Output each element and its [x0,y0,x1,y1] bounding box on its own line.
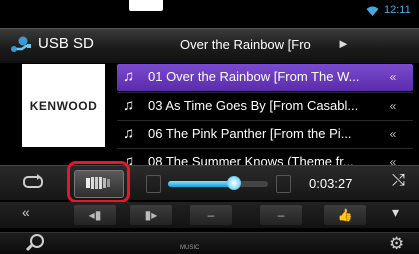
status-bar [0,0,419,22]
folder-up-icon[interactable]: ◂▮ [74,205,116,225]
thumbs-up-icon[interactable]: 👍 [324,205,366,225]
more-options-icon[interactable]: « [382,151,404,165]
bottom-bar [0,232,419,254]
wifi-icon [366,6,379,16]
source-name[interactable]: USB SD [38,35,94,52]
function-button-blank[interactable]: – [190,205,232,225]
shuffle-icon[interactable]: ⤭ [392,172,410,190]
music-note-icon: ♫ [123,68,135,85]
highlight-callout [67,161,130,203]
status-clock: 12:11 [384,4,411,16]
title-scroll-arrow[interactable]: ► [337,36,350,51]
music-note-icon: ♫ [123,125,135,142]
playlist-row[interactable]: ♫ 03 As Time Goes By [From Casabl... « [117,93,413,120]
more-options-icon[interactable]: « [382,66,404,88]
artwork-brand-logo: KENWOOD [29,99,98,113]
more-options-icon[interactable]: « [382,123,404,145]
eject-down-icon[interactable]: ▾ [392,204,399,221]
playlist-row[interactable]: ♫ 06 The Pink Panther [From the Pi... « [117,121,413,148]
music-note-icon: ♫ [123,97,135,114]
usb-source-icon[interactable] [10,36,32,54]
previous-folder-icon[interactable]: « [22,204,30,220]
previous-track-icon[interactable] [146,175,161,193]
progress-knob[interactable] [227,176,241,190]
playlist-row[interactable]: ♫ 01 Over the Rainbow [From The W... « [117,64,413,91]
elapsed-time: 0:03:27 [309,176,353,191]
progress-fill [168,181,234,187]
folder-down-icon[interactable]: ▮▸ [130,205,172,225]
track-title: 06 The Pink Panther [From the Pi... [148,126,352,141]
function-button-blank[interactable]: – [260,205,302,225]
track-title: 03 As Time Goes By [From Casabl... [148,98,359,113]
playlist-row[interactable]: ♫ 08 The Summer Knows (Theme fr... « [117,149,413,165]
now-playing-title: Over the Rainbow [Fro [180,37,311,52]
repeat-icon[interactable] [22,174,44,190]
gear-icon[interactable]: ⚙ [389,234,404,254]
search-icon[interactable] [26,233,46,253]
track-title: 08 The Summer Knows (Theme fr... [148,154,354,165]
track-title: 01 Over the Rainbow [From The W... [148,69,360,84]
more-options-icon[interactable]: « [382,95,404,117]
next-track-icon[interactable] [276,175,291,193]
mode-label: MUSIC [180,245,200,251]
